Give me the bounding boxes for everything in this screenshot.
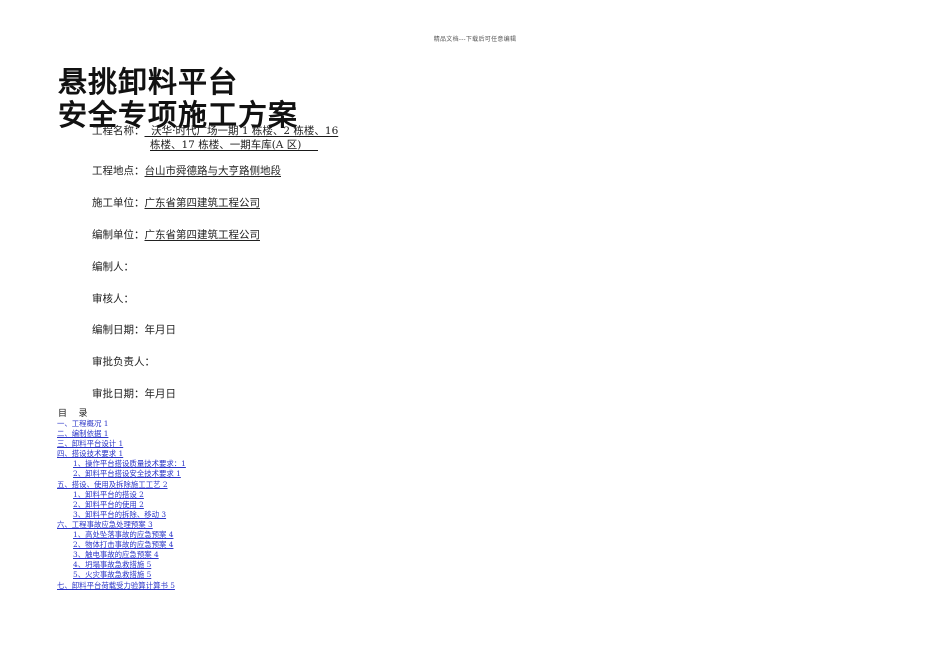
compiler-label: 编制人：: [92, 261, 134, 273]
compile-date-label: 编制日期：年月日: [92, 324, 176, 336]
toc-entry-link[interactable]: 二、编制依据 1: [57, 429, 108, 438]
compiler-field: 编制人：: [92, 261, 134, 274]
toc-entry-link[interactable]: 2、卸料平台搭设安全技术要求 1: [73, 469, 181, 478]
toc-entry[interactable]: 2、卸料平台搭设安全技术要求 1: [57, 469, 186, 479]
toc-heading: 目 录: [58, 409, 88, 419]
project-name-label: 工程名称：: [92, 125, 145, 137]
toc-entry[interactable]: 1、卸料平台的搭设 2: [57, 490, 186, 500]
toc-entry[interactable]: 六、工程事故应急处理预案 3: [57, 520, 186, 530]
project-location-label: 工程地点：: [92, 165, 145, 177]
toc-entry[interactable]: 2、物体打击事故的应急预案 4: [57, 540, 186, 550]
toc-entry[interactable]: 三、卸料平台设计 1: [57, 439, 186, 449]
toc-entry[interactable]: 3、卸料平台的拆除、移动 3: [57, 510, 186, 520]
toc-entry-link[interactable]: 四、搭设技术要求 1: [57, 449, 123, 458]
project-name-field: 工程名称： 沃华·时代广场一期 1 栋楼、2 栋楼、16 栋楼、17 栋楼、一期…: [92, 124, 338, 152]
toc-entry-link[interactable]: 1、高处坠落事故的应急预案 4: [73, 530, 173, 539]
document-header-note: 精品文档---下载后可任意编辑: [433, 36, 517, 43]
approver-field: 审批负责人：: [92, 356, 155, 369]
toc-entry[interactable]: 4、坍塌事故急救措施 5: [57, 560, 186, 570]
approve-date-label: 审批日期：年月日: [92, 388, 176, 400]
approver-label: 审批负责人：: [92, 356, 155, 368]
toc-entry-link[interactable]: 五、搭设、使用及拆除施工工艺 2: [57, 480, 168, 489]
table-of-contents: 一、工程概况 1 二、编制依据 1 三、卸料平台设计 1 四、搭设技术要求 1 1、操作…: [57, 419, 186, 591]
compiler-unit-field: 编制单位：广东省第四建筑工程公司: [92, 229, 260, 242]
reviewer-field: 审核人：: [92, 293, 134, 306]
toc-entry-link[interactable]: 5、火灾事故急救措施 5: [73, 570, 151, 579]
toc-entry-link[interactable]: 1、卸料平台的搭设 2: [73, 490, 144, 499]
project-location-field: 工程地点：台山市舜德路与大亨路侧地段: [92, 165, 281, 178]
toc-entry-link[interactable]: 1、操作平台搭设质量技术要求：1: [73, 459, 186, 468]
project-location-value: 台山市舜德路与大亨路侧地段: [144, 165, 282, 177]
toc-entry[interactable]: 四、搭设技术要求 1: [57, 449, 186, 459]
toc-entry-link[interactable]: 2、物体打击事故的应急预案 4: [73, 540, 173, 549]
project-name-value-line-2: 栋楼、17 栋楼、一期车库(A 区): [150, 139, 318, 151]
toc-entry[interactable]: 5、火灾事故急救措施 5: [57, 570, 186, 580]
contractor-field: 施工单位：广东省第四建筑工程公司: [92, 197, 260, 210]
toc-entry-link[interactable]: 2、卸料平台的使用 2: [73, 500, 144, 509]
contractor-value: 广东省第四建筑工程公司: [144, 197, 261, 209]
toc-entry-link[interactable]: 三、卸料平台设计 1: [57, 439, 123, 448]
toc-entry[interactable]: 一、工程概况 1: [57, 419, 186, 429]
toc-entry-link[interactable]: 一、工程概况 1: [57, 419, 108, 428]
toc-entry[interactable]: 2、卸料平台的使用 2: [57, 500, 186, 510]
toc-entry-link[interactable]: 3、卸料平台的拆除、移动 3: [73, 510, 166, 519]
compiler-unit-label: 编制单位：: [92, 229, 145, 241]
toc-entry[interactable]: 五、搭设、使用及拆除施工工艺 2: [57, 480, 186, 490]
compiler-unit-value: 广东省第四建筑工程公司: [144, 229, 261, 241]
project-name-value-line-1: 沃华·时代广场一期 1 栋楼、2 栋楼、16: [144, 125, 339, 137]
toc-entry-link[interactable]: 4、坍塌事故急救措施 5: [73, 560, 151, 569]
toc-entry-link[interactable]: 七、卸料平台荷载受力验算计算书 5: [57, 581, 175, 590]
toc-entry[interactable]: 1、操作平台搭设质量技术要求：1: [57, 459, 186, 469]
compile-date-field: 编制日期：年月日: [92, 324, 176, 337]
toc-entry[interactable]: 二、编制依据 1: [57, 429, 186, 439]
contractor-label: 施工单位：: [92, 197, 145, 209]
toc-entry[interactable]: 3、触电事故的应急预案 4: [57, 550, 186, 560]
toc-entry[interactable]: 1、高处坠落事故的应急预案 4: [57, 530, 186, 540]
toc-entry-link[interactable]: 3、触电事故的应急预案 4: [73, 550, 159, 559]
toc-entry[interactable]: 七、卸料平台荷载受力验算计算书 5: [57, 581, 186, 591]
approve-date-field: 审批日期：年月日: [92, 388, 176, 401]
reviewer-label: 审核人：: [92, 293, 134, 305]
toc-entry-link[interactable]: 六、工程事故应急处理预案 3: [57, 520, 153, 529]
